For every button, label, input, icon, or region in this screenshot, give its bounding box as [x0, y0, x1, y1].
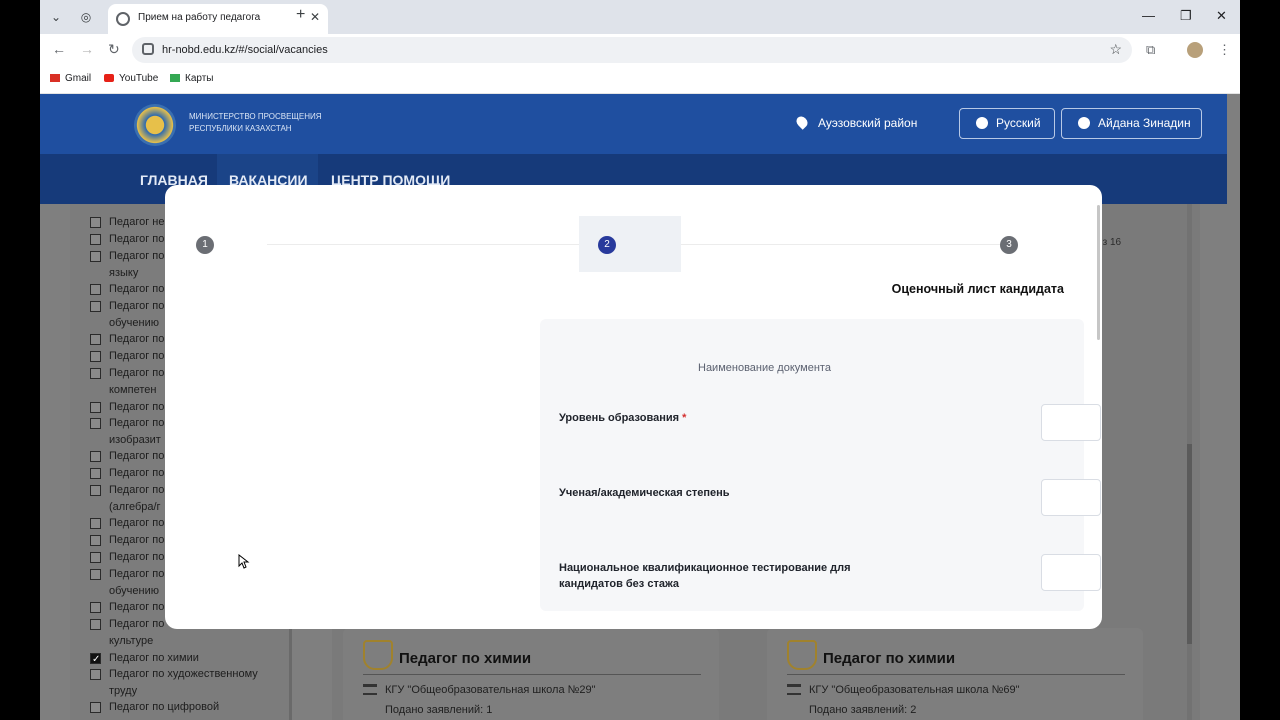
checkbox[interactable] [90, 702, 101, 713]
qualification-test-label: Национальное квалификационное тестирован… [559, 562, 851, 590]
browser-tab[interactable]: Прием на работу педагога ✕ [108, 4, 328, 34]
academic-degree-label: Ученая/академическая степень [559, 487, 730, 499]
globe-icon[interactable]: ◎ [76, 7, 96, 27]
bookmark-gmail[interactable]: Gmail [50, 73, 91, 84]
tab-title: Прием на работу педагога [138, 12, 261, 23]
chemistry-flask-icon [787, 640, 817, 670]
active-step-highlight [579, 216, 681, 272]
profile-avatar[interactable] [1187, 42, 1203, 58]
bookmarks-bar: Gmail YouTube Карты [40, 66, 1240, 94]
modal-title: Оценочный лист кандидата [891, 282, 1064, 296]
checkbox[interactable] [90, 234, 101, 245]
gmail-icon [50, 74, 60, 82]
checkbox[interactable] [90, 669, 101, 680]
vacancy-card[interactable]: Педагог по химии КГУ "Общеобразовательна… [767, 628, 1143, 720]
checkbox[interactable] [90, 619, 101, 630]
checkbox[interactable] [90, 468, 101, 479]
checkbox[interactable] [90, 451, 101, 462]
user-icon [1078, 117, 1090, 129]
user-button[interactable]: Айдана Зинадин [1061, 108, 1202, 139]
maps-icon [170, 74, 180, 82]
back-icon[interactable]: ← [52, 41, 66, 57]
new-tab-icon[interactable]: + [296, 6, 305, 24]
checkbox[interactable] [90, 602, 101, 613]
education-level-input[interactable] [1041, 404, 1101, 441]
youtube-icon [104, 74, 114, 82]
school-name: КГУ "Общеобразовательная школа №29" [385, 684, 596, 696]
menu-icon[interactable]: ⋮ [1218, 42, 1231, 58]
ministry-name: МИНИСТЕРСТВО ПРОСВЕЩЕНИЯ РЕСПУБЛИКИ КАЗА… [189, 112, 322, 133]
tab-search-icon[interactable]: ⌄ [46, 7, 66, 27]
application-modal: 1 2 3 Оценочный лист кандидата Наименова… [165, 185, 1102, 629]
school-name: КГУ "Общеобразовательная школа №69" [809, 684, 1020, 696]
tab-close-icon[interactable]: ✕ [310, 10, 320, 24]
checkbox[interactable] [90, 418, 101, 429]
site-header: МИНИСТЕРСТВО ПРОСВЕЩЕНИЯ РЕСПУБЛИКИ КАЗА… [40, 94, 1227, 154]
checkbox[interactable] [90, 334, 101, 345]
checkbox[interactable] [90, 518, 101, 529]
document-column-header: Наименование документа [698, 362, 831, 374]
bookmark-youtube[interactable]: YouTube [104, 73, 158, 84]
mouse-cursor-icon [238, 554, 250, 569]
bookmark-maps[interactable]: Карты [170, 73, 214, 84]
school-building-icon [363, 684, 377, 695]
page-scrollbar-thumb[interactable] [1187, 444, 1192, 644]
required-mark: * [682, 412, 687, 424]
step-1[interactable]: 1 [196, 236, 214, 254]
divider [363, 674, 701, 675]
checkbox[interactable] [90, 552, 101, 563]
region-selector[interactable]: Ауэзовский район [818, 116, 917, 130]
checkbox-checked[interactable] [90, 651, 101, 668]
checkbox[interactable] [90, 251, 101, 262]
checkbox[interactable] [90, 217, 101, 228]
globe-icon [976, 117, 988, 129]
step-3[interactable]: 3 [1000, 236, 1018, 254]
vacancy-title[interactable]: Педагог по химии [823, 650, 955, 667]
address-bar[interactable]: hr-nobd.edu.kz/#/social/vacancies ☆ [132, 37, 1132, 63]
qualification-test-input[interactable] [1041, 554, 1101, 591]
school-building-icon [787, 684, 801, 695]
modal-scrollbar[interactable] [1097, 205, 1100, 340]
checkbox[interactable] [90, 351, 101, 362]
minimize-icon[interactable]: — [1142, 8, 1155, 23]
url-text: hr-nobd.edu.kz/#/social/vacancies [162, 44, 328, 56]
academic-degree-input[interactable] [1041, 479, 1101, 516]
vacancy-card[interactable]: Педагог по химии КГУ "Общеобразовательна… [343, 628, 719, 720]
divider [787, 674, 1125, 675]
language-button[interactable]: Русский [959, 108, 1055, 139]
applications-count: Подано заявлений: 1 [385, 704, 493, 716]
reload-icon[interactable]: ↻ [108, 41, 120, 58]
browser-toolbar: ← → ↻ hr-nobd.edu.kz/#/social/vacancies … [40, 34, 1240, 66]
tab-favicon-icon [116, 12, 130, 26]
checkbox[interactable] [90, 535, 101, 546]
emblem-logo [134, 104, 176, 146]
vacancy-title[interactable]: Педагог по химии [399, 650, 531, 667]
browser-tab-bar: ⌄ ◎ Прием на работу педагога ✕ + — ❐ ✕ [40, 0, 1240, 34]
education-level-label: Уровень образования * [559, 412, 687, 424]
evaluation-form: Наименование документа Уровень образован… [540, 319, 1101, 611]
checkbox[interactable] [90, 485, 101, 496]
site-settings-icon[interactable] [142, 43, 154, 55]
extensions-icon[interactable]: ⧉ [1146, 42, 1155, 58]
checkbox[interactable] [90, 284, 101, 295]
close-window-icon[interactable]: ✕ [1216, 8, 1227, 24]
checkbox[interactable] [90, 301, 101, 312]
bookmark-star-icon[interactable]: ☆ [1109, 41, 1122, 58]
checkbox[interactable] [90, 368, 101, 379]
checkbox[interactable] [90, 569, 101, 580]
maximize-icon[interactable]: ❐ [1180, 8, 1192, 24]
applications-count: Подано заявлений: 2 [809, 704, 917, 716]
step-2[interactable]: 2 [598, 236, 616, 254]
location-pin-icon [794, 114, 810, 130]
chemistry-flask-icon [363, 640, 393, 670]
forward-icon[interactable]: → [80, 41, 94, 57]
checkbox[interactable] [90, 402, 101, 413]
